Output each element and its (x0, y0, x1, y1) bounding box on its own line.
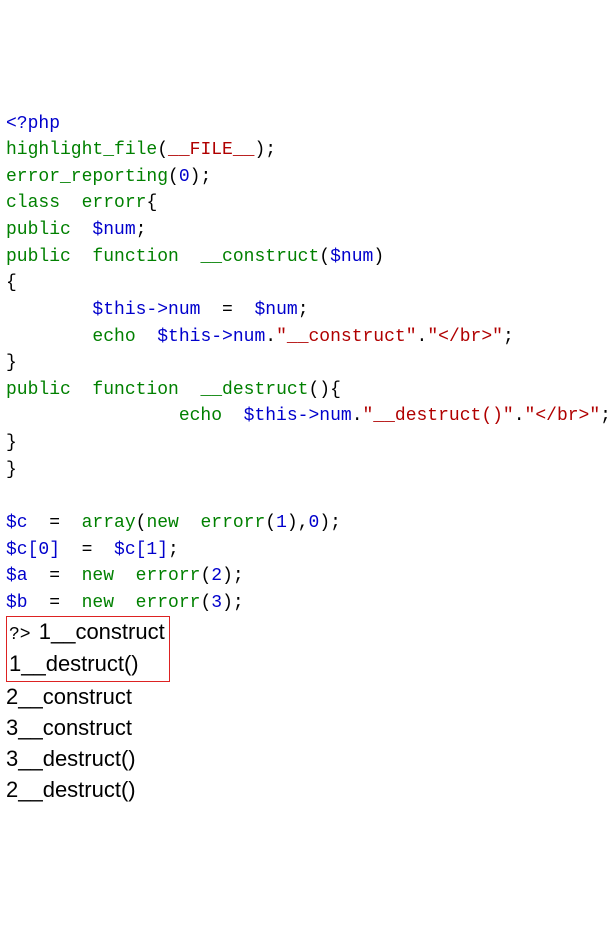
kw-public-1: public (6, 220, 71, 240)
arg-0: 0 (309, 513, 320, 533)
kw-new-3: new (82, 593, 114, 613)
output-line-6: 2__destruct() (6, 775, 604, 806)
arg-3: 3 (211, 593, 222, 613)
output-line-1: 1__construct (39, 619, 165, 644)
kw-class: class (6, 193, 60, 213)
cls-errorr-2: errorr (136, 566, 201, 586)
kw-function-2: function (92, 380, 178, 400)
this-num-2: $this->num (157, 327, 265, 347)
php-source-code: <?php highlight_file(__FILE__); error_re… (6, 111, 604, 617)
output-line-2: 1__destruct() (9, 651, 139, 676)
var-c: $c (6, 513, 28, 533)
method-destruct: __destruct (200, 380, 308, 400)
this-num-1: $this->num (92, 300, 200, 320)
cls-errorr-3: errorr (136, 593, 201, 613)
str-br-2: "</br>" (525, 406, 601, 426)
method-construct: __construct (200, 247, 319, 267)
str-destruct: "__destruct()" (363, 406, 514, 426)
c-index-1: $c[1] (114, 540, 168, 560)
arg-2: 2 (211, 566, 222, 586)
php-open-tag: <?php (6, 114, 60, 134)
cls-errorr-1: errorr (200, 513, 265, 533)
prop-num: $num (92, 220, 135, 240)
c-index-0: $c[0] (6, 540, 60, 560)
kw-echo-1: echo (92, 327, 135, 347)
fn-error-reporting: error_reporting (6, 167, 168, 187)
script-output: ?> 1__construct 1__destruct() 2__construc… (6, 616, 604, 805)
num-zero: 0 (179, 167, 190, 187)
var-b: $b (6, 593, 28, 613)
kw-function-1: function (92, 247, 178, 267)
fn-highlight-file: highlight_file (6, 140, 157, 160)
var-a: $a (6, 566, 28, 586)
kw-new-1: new (146, 513, 178, 533)
const-file: __FILE__ (168, 140, 254, 160)
php-close-tag: ?> (9, 625, 31, 645)
output-line-5: 3__destruct() (6, 744, 604, 775)
str-br-1: "</br>" (427, 327, 503, 347)
kw-public-2: public (6, 247, 71, 267)
kw-new-2: new (82, 566, 114, 586)
str-construct: "__construct" (276, 327, 416, 347)
fn-array: array (82, 513, 136, 533)
arg-1: 1 (276, 513, 287, 533)
kw-echo-2: echo (179, 406, 222, 426)
assign-num: $num (254, 300, 297, 320)
highlight-box: ?> 1__construct 1__destruct() (6, 616, 170, 682)
param-num: $num (330, 247, 373, 267)
output-line-3: 2__construct (6, 682, 604, 713)
output-line-4: 3__construct (6, 713, 604, 744)
this-num-3: $this->num (244, 406, 352, 426)
kw-public-3: public (6, 380, 71, 400)
class-name: errorr (82, 193, 147, 213)
